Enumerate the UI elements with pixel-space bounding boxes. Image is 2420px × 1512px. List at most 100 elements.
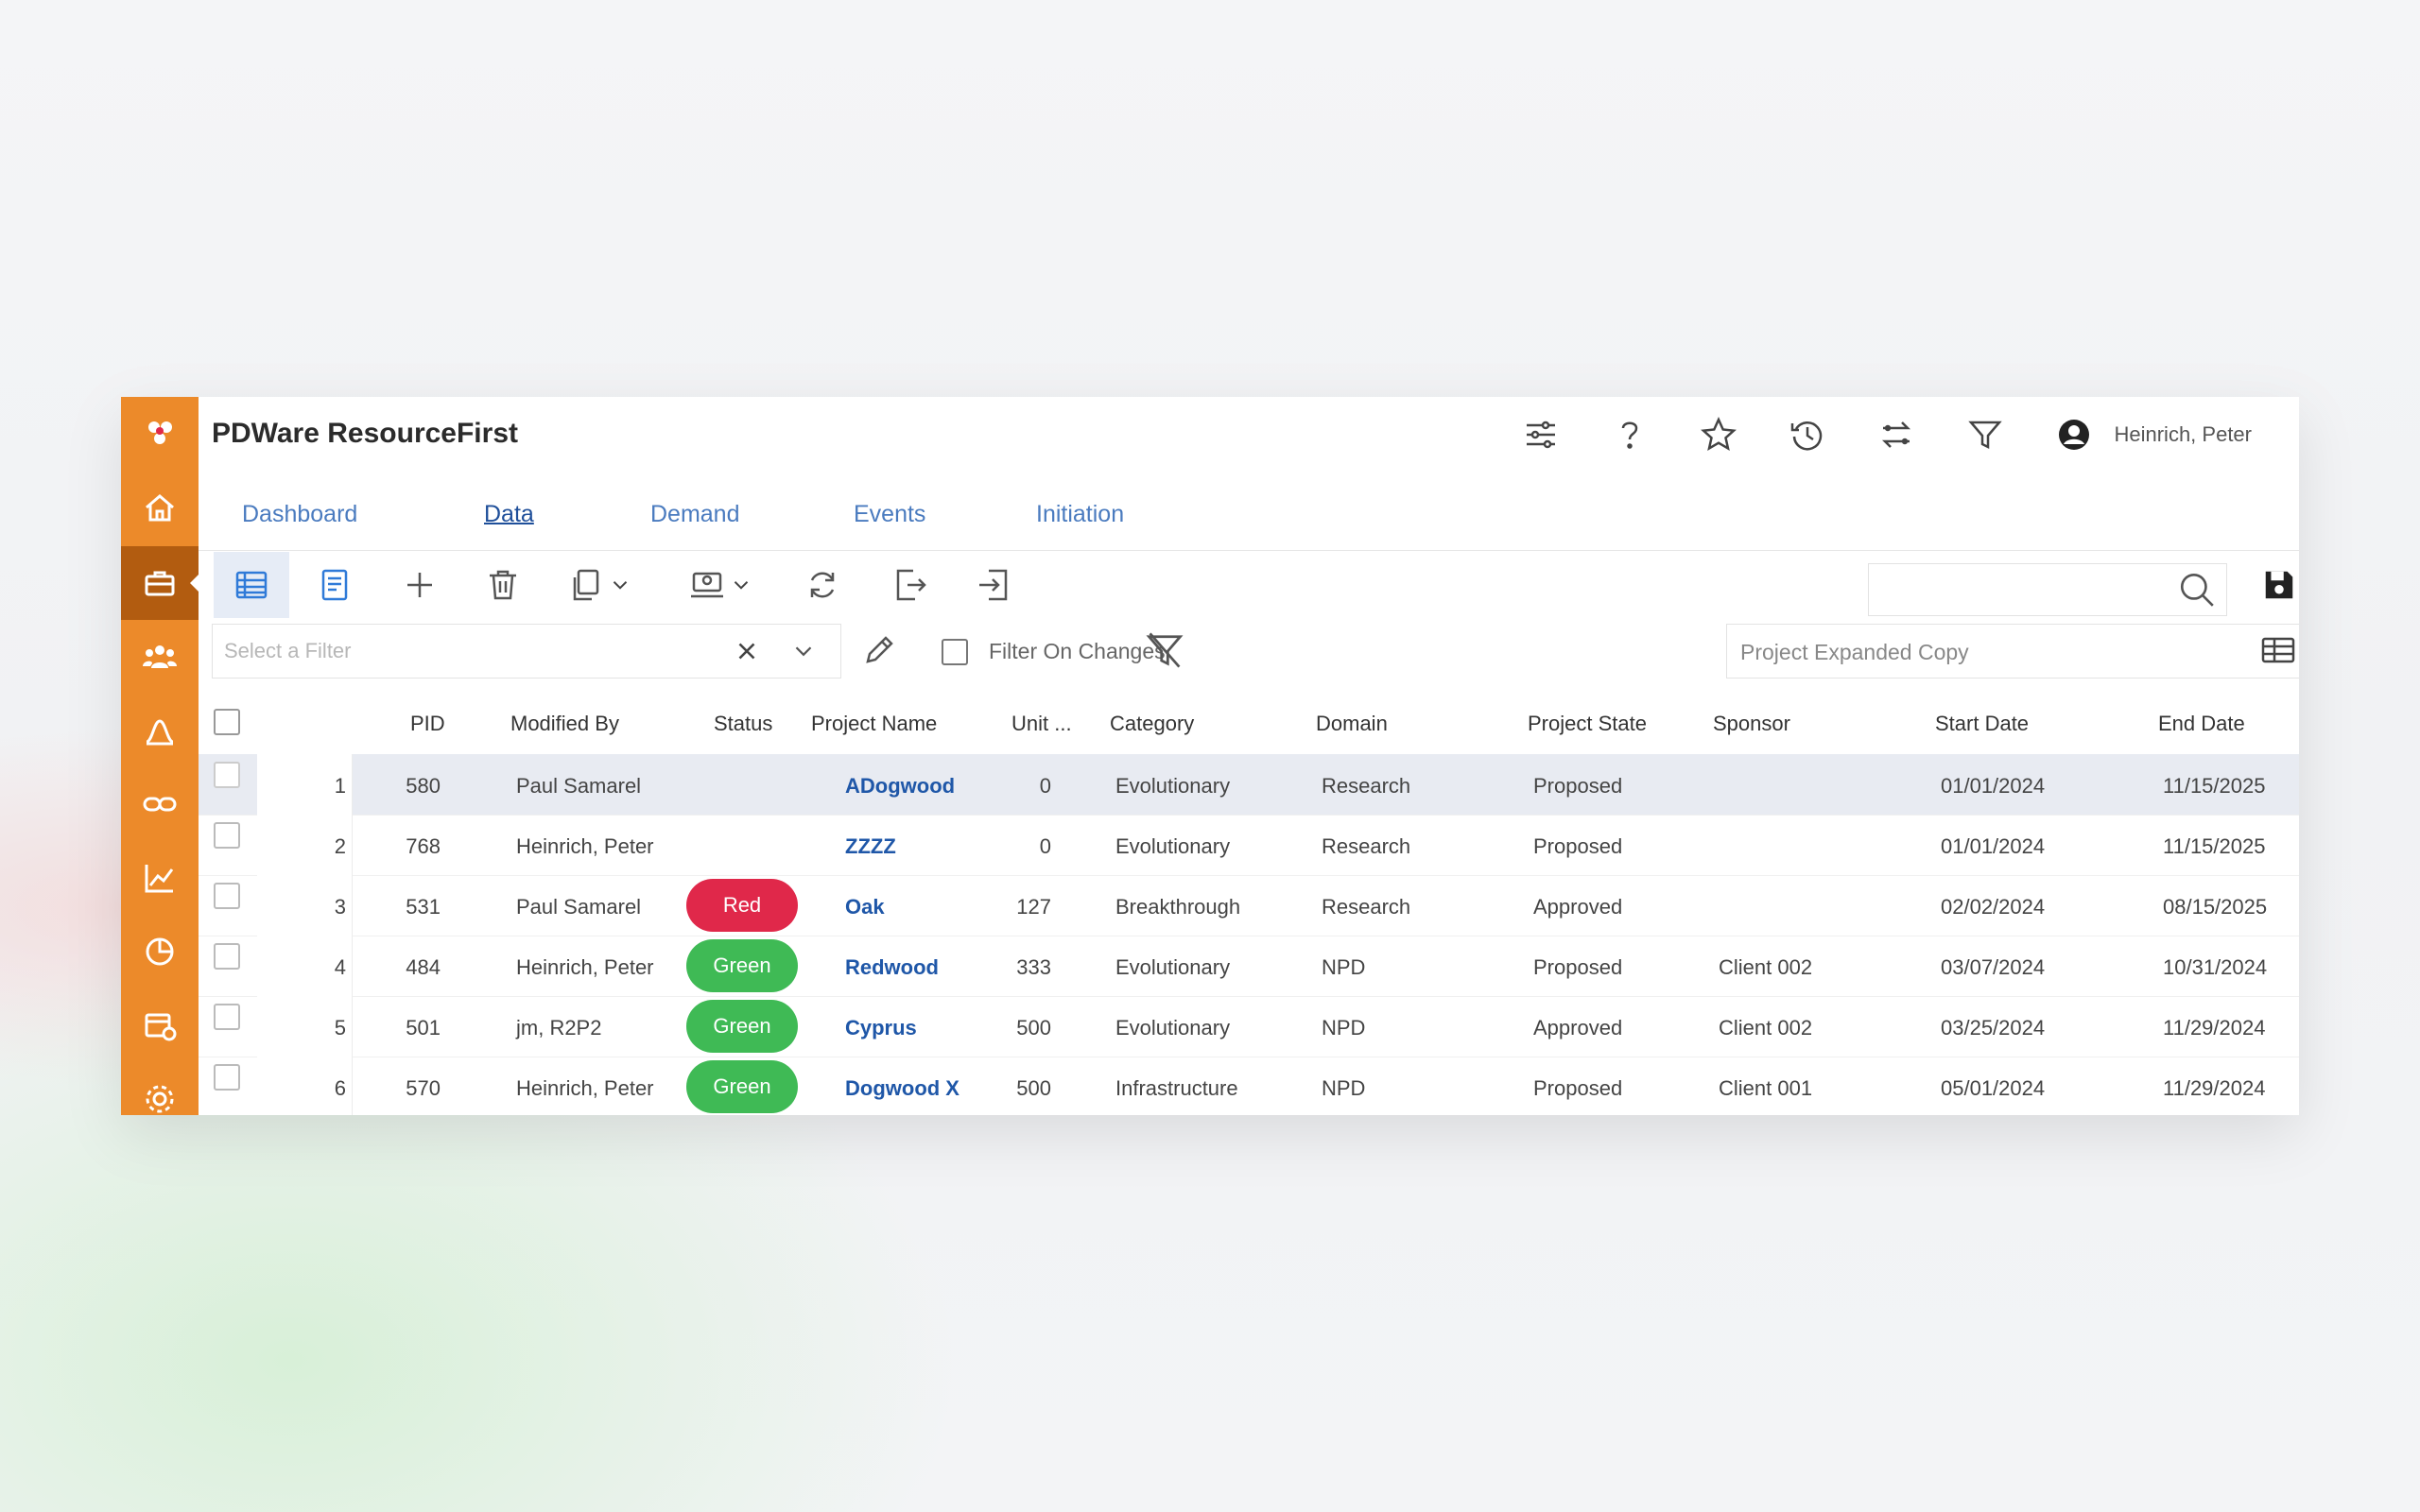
pie-icon[interactable] <box>121 915 199 988</box>
cell-category: Evolutionary <box>1115 834 1231 858</box>
cell-domain: NPD <box>1322 1016 1366 1040</box>
calendar-icon[interactable] <box>121 988 199 1062</box>
status-badge: Green <box>686 1060 798 1113</box>
title-bar: PDWare ResourceFirst Heinrich, Peter <box>199 397 2299 472</box>
view-select[interactable]: Project Expanded Copy <box>1726 624 2299 679</box>
project-name-link[interactable]: Cyprus <box>845 1016 917 1040</box>
column-header-domain[interactable]: Domain <box>1316 712 1388 736</box>
column-header-sponsor[interactable]: Sponsor <box>1713 712 1790 736</box>
column-header-unit[interactable]: Unit ... <box>1011 712 1072 736</box>
grid-view-button[interactable] <box>214 552 289 618</box>
project-name-link[interactable]: Oak <box>845 895 885 919</box>
home-icon[interactable] <box>121 471 199 544</box>
row-index: 6 <box>334 1076 346 1100</box>
search-icon[interactable] <box>2177 570 2217 614</box>
cell-category: Evolutionary <box>1115 774 1231 798</box>
table-row[interactable]: 6 570 Heinrich, Peter Green Dogwood X 50… <box>199 1057 2299 1115</box>
curve-icon[interactable] <box>121 694 199 767</box>
edit-filter-icon[interactable] <box>860 631 898 674</box>
main-area: PDWare ResourceFirst Heinrich, Peter Das… <box>199 397 2299 1115</box>
clear-icon[interactable] <box>733 637 761 670</box>
toolbar <box>199 552 2299 618</box>
filter-on-changes-checkbox[interactable] <box>942 639 968 665</box>
cell-modified-by: Paul Samarel <box>516 774 642 798</box>
chart-icon[interactable] <box>121 841 199 915</box>
column-header-status[interactable]: Status <box>714 712 772 736</box>
clear-filter-icon[interactable] <box>1144 629 1185 676</box>
help-icon[interactable] <box>1609 414 1651 455</box>
user-name[interactable]: Heinrich, Peter <box>2114 422 2252 447</box>
column-header-start-date[interactable]: Start Date <box>1935 712 2029 736</box>
cell-pid: 768 <box>406 834 441 858</box>
cell-sponsor: Client 001 <box>1719 1076 1813 1100</box>
column-layout-icon[interactable] <box>2259 631 2297 674</box>
row-checkbox[interactable] <box>214 822 240 849</box>
column-header-modified-by[interactable]: Modified By <box>510 712 619 736</box>
cell-project-state: Approved <box>1533 895 1623 919</box>
copy-dropdown-chevron-icon[interactable] <box>601 552 639 618</box>
row-checkbox[interactable] <box>214 762 240 788</box>
column-header-category[interactable]: Category <box>1110 712 1194 736</box>
history-icon[interactable] <box>1787 414 1828 455</box>
tab-demand[interactable]: Demand <box>650 501 740 528</box>
status-badge: Green <box>686 939 798 992</box>
project-name-link[interactable]: Dogwood X <box>845 1076 959 1101</box>
project-name-link[interactable]: ADogwood <box>845 774 955 799</box>
tab-dashboard[interactable]: Dashboard <box>242 501 357 528</box>
star-icon[interactable] <box>1698 414 1739 455</box>
row-index: 5 <box>334 1016 346 1040</box>
column-header-project-name[interactable]: Project Name <box>811 712 937 736</box>
tab-events[interactable]: Events <box>854 501 925 528</box>
table-row[interactable]: 5 501 jm, R2P2 Green Cyprus 500 Evolutio… <box>199 996 2299 1057</box>
cell-sponsor: Client 002 <box>1719 955 1813 979</box>
tab-data[interactable]: Data <box>484 501 534 528</box>
column-header-pid[interactable]: PID <box>410 712 445 736</box>
cell-end-date: 10/31/2024 <box>2163 955 2268 979</box>
link-icon[interactable] <box>121 767 199 841</box>
row-index: 1 <box>334 774 346 798</box>
row-checkbox[interactable] <box>214 883 240 909</box>
cell-domain: Research <box>1322 834 1411 858</box>
search-input[interactable] <box>1869 564 2168 613</box>
column-header-project-state[interactable]: Project State <box>1528 712 1647 736</box>
tab-initiation[interactable]: Initiation <box>1036 501 1124 528</box>
cell-modified-by: Heinrich, Peter <box>516 834 654 858</box>
filter-icon[interactable] <box>1964 414 2006 455</box>
delete-button[interactable] <box>465 552 541 618</box>
sliders-icon[interactable] <box>1520 414 1562 455</box>
filter-select[interactable] <box>212 624 841 679</box>
people-icon[interactable] <box>121 620 199 694</box>
cell-end-date: 11/29/2024 <box>2163 1016 2266 1040</box>
row-checkbox[interactable] <box>214 1004 240 1030</box>
refresh-button[interactable] <box>785 552 860 618</box>
import-button[interactable] <box>957 552 1032 618</box>
table-row[interactable]: 2 768 Heinrich, Peter ZZZZ 0 Evolutionar… <box>199 815 2299 876</box>
project-name-link[interactable]: Redwood <box>845 955 939 980</box>
cell-domain: Research <box>1322 895 1411 919</box>
form-view-button[interactable] <box>297 552 372 618</box>
table-row[interactable]: 3 531 Paul Samarel Red Oak 127 Breakthro… <box>199 875 2299 936</box>
assign-dropdown-chevron-icon[interactable] <box>722 552 760 618</box>
table-row[interactable]: 1 580 Paul Samarel ADogwood 0 Evolutiona… <box>199 754 2299 816</box>
cell-start-date: 01/01/2024 <box>1941 834 2046 858</box>
save-icon[interactable] <box>2261 567 2297 608</box>
chevron-down-icon[interactable] <box>789 637 818 670</box>
logo-icon[interactable] <box>121 397 199 471</box>
filter-input[interactable] <box>213 625 699 678</box>
cell-end-date: 11/15/2025 <box>2163 774 2266 798</box>
cell-domain: NPD <box>1322 1076 1366 1100</box>
briefcase-icon[interactable] <box>121 546 199 620</box>
column-header-end-date[interactable]: End Date <box>2158 712 2245 736</box>
export-button[interactable] <box>872 552 947 618</box>
cell-domain: Research <box>1322 774 1411 798</box>
table-row[interactable]: 4 484 Heinrich, Peter Green Redwood 333 … <box>199 936 2299 997</box>
transfer-icon[interactable] <box>1876 414 1917 455</box>
select-all-checkbox[interactable] <box>214 709 240 735</box>
settings-icon[interactable] <box>121 1062 199 1115</box>
add-button[interactable] <box>382 552 458 618</box>
cell-pid: 501 <box>406 1016 441 1040</box>
row-checkbox[interactable] <box>214 943 240 970</box>
user-avatar-icon[interactable] <box>2053 414 2095 455</box>
project-name-link[interactable]: ZZZZ <box>845 834 896 859</box>
row-checkbox[interactable] <box>214 1064 240 1091</box>
